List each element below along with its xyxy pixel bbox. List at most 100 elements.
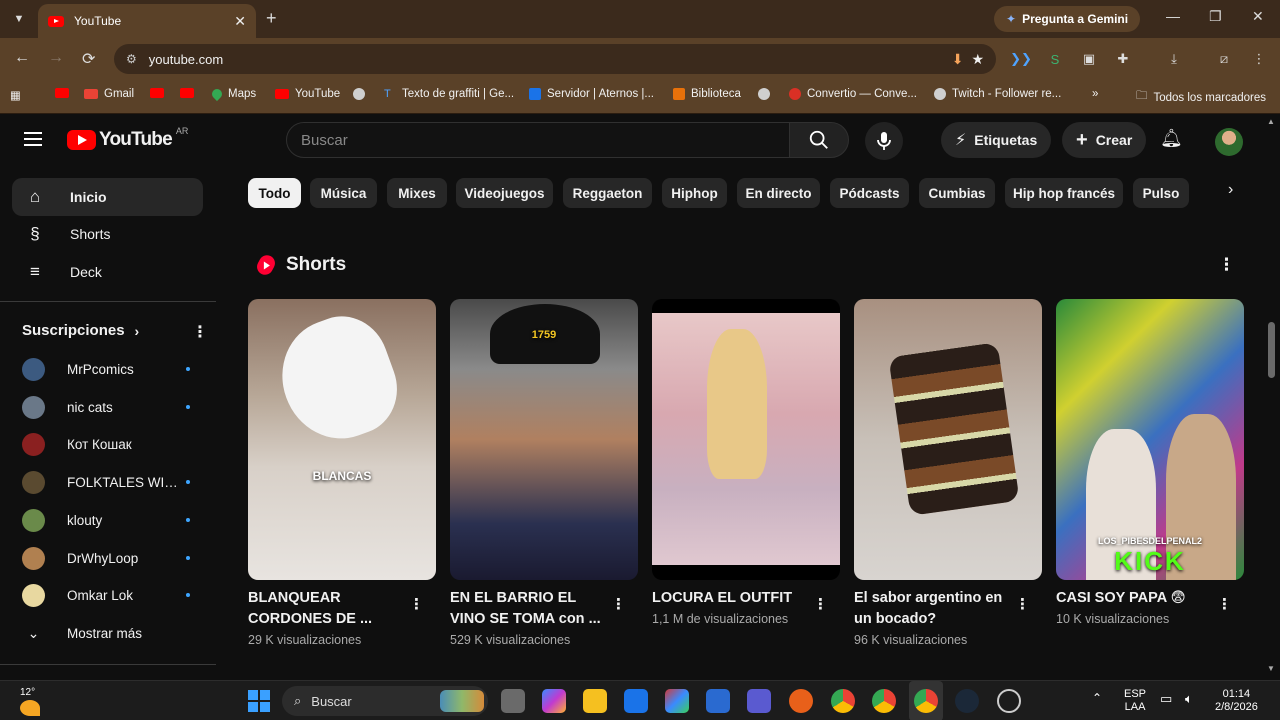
new-tab-button[interactable]: + (266, 8, 277, 29)
bookmark-aternos[interactable]: Servidor | Aternos |... (529, 88, 654, 100)
short-title[interactable]: BLANQUEAR CORDONES DE ... (248, 588, 406, 630)
search-input[interactable] (301, 131, 789, 149)
bookmark-youtube-named[interactable]: YouTube (275, 88, 340, 100)
chip-en-directo[interactable]: En directo (737, 178, 820, 208)
short-thumbnail[interactable] (854, 299, 1042, 580)
chip-hiphop[interactable]: Hiphop (662, 178, 727, 208)
short-options-icon[interactable]: ⋮ (409, 595, 424, 613)
windows-start-icon[interactable] (248, 690, 270, 712)
extension-audio-icon[interactable]: ❯❯ (1010, 48, 1032, 70)
extension-s-icon[interactable]: S (1044, 48, 1066, 70)
install-app-icon[interactable]: ⬇ (952, 51, 964, 68)
reload-icon[interactable]: ⟳ (82, 49, 95, 69)
bookmark-biblioteca[interactable]: Biblioteca (673, 88, 741, 100)
file-explorer-icon[interactable] (583, 689, 607, 713)
bookmark-globe-1[interactable] (353, 88, 371, 100)
bookmark-star-icon[interactable]: ★ (971, 51, 984, 68)
short-title[interactable]: LOCURA EL OUTFIT (652, 588, 810, 609)
shelf-more-icon[interactable]: ⋮ (1218, 255, 1235, 275)
short-card[interactable]: El sabor argentino en un bocado? 96 K vi… (854, 299, 1042, 647)
tray-chevron-up-icon[interactable]: ⌃ (1092, 692, 1102, 705)
short-title[interactable]: El sabor argentino en un bocado? (854, 588, 1012, 630)
site-info-icon[interactable]: ⚙ (126, 52, 137, 66)
short-title[interactable]: CASI SOY PAPA 😨 (1056, 588, 1214, 609)
browser-tab-youtube[interactable]: YouTube ✕ (38, 4, 256, 38)
extensions-puzzle-icon[interactable]: ✚ (1112, 48, 1134, 70)
close-window-icon[interactable]: ✕ (1252, 8, 1264, 25)
youtube-logo[interactable]: YouTube AR (67, 126, 188, 151)
scroll-down-icon[interactable]: ▼ (1267, 664, 1275, 673)
address-bar[interactable]: ⚙ youtube.com ⬇ ★ (114, 44, 996, 74)
short-thumbnail[interactable]: BLANCAS (248, 299, 436, 580)
apps-grid-icon[interactable]: ▦ (10, 88, 21, 102)
notifications-bell-icon[interactable]: 🔔︎ (1160, 128, 1183, 149)
sidebar-item-deck[interactable]: ≡ Deck (12, 253, 203, 291)
short-card[interactable]: 1759 EN EL BARRIO EL VINO SE TOMA con ..… (450, 299, 638, 647)
clock[interactable]: 01:14 2/8/2026 (1215, 688, 1258, 714)
subscription-item[interactable]: Кот Кошак (22, 426, 190, 462)
chip-hip-hop-frances[interactable]: Hip hop francés (1005, 178, 1123, 208)
chip-todo[interactable]: Todo (248, 178, 301, 208)
clock-app-icon[interactable] (997, 689, 1021, 713)
teams-icon[interactable] (747, 689, 771, 713)
page-scrollbar[interactable] (1268, 322, 1275, 378)
chrome-menu-icon[interactable]: ⋮ (1248, 48, 1270, 70)
short-card[interactable]: LOS_PIBESDELPENAL2 KICK CASI SOY PAPA 😨 … (1056, 299, 1244, 626)
subscription-item[interactable]: MrPcomics (22, 351, 190, 387)
minimize-icon[interactable]: — (1166, 8, 1180, 24)
extension-box-icon[interactable]: ▣ (1078, 48, 1100, 70)
create-button[interactable]: + Crear (1062, 122, 1147, 158)
chrome-icon[interactable] (872, 689, 896, 713)
bookmark-convertio[interactable]: Convertio — Conve... (789, 88, 917, 100)
subscription-item[interactable]: FOLKTALES WIT... (22, 464, 190, 500)
chips-next-icon[interactable]: › (1228, 181, 1233, 199)
subscription-item[interactable]: klouty (22, 502, 190, 538)
menu-hamburger-icon[interactable] (24, 132, 42, 150)
sidebar-item-inicio[interactable]: ⌂ Inicio (12, 178, 203, 216)
task-view-icon[interactable] (501, 689, 525, 713)
short-card[interactable]: BLANCAS BLANQUEAR CORDONES DE ... 29 K v… (248, 299, 436, 647)
bookmarks-more-button[interactable]: » (1092, 88, 1098, 100)
subscription-item[interactable]: Omkar Lok (22, 577, 190, 613)
bookmark-maps[interactable]: Maps (209, 86, 256, 102)
forward-icon[interactable]: → (48, 49, 64, 67)
show-more-button[interactable]: ⌄ Mostrar más (22, 615, 190, 651)
microsoft-365-icon[interactable] (665, 689, 689, 713)
chrome-active-icon[interactable] (914, 689, 938, 713)
bookmark-youtube-2[interactable] (150, 88, 170, 98)
language-indicator[interactable]: ESP LAA (1124, 688, 1146, 714)
sidebar-item-shorts[interactable]: § Shorts (12, 215, 203, 253)
outlook-icon[interactable] (624, 689, 648, 713)
voice-search-button[interactable] (865, 122, 903, 160)
avast-icon[interactable] (789, 689, 813, 713)
short-options-icon[interactable]: ⋮ (1217, 595, 1232, 613)
steam-icon[interactable] (955, 689, 979, 713)
chip-reggaeton[interactable]: Reggaeton (563, 178, 652, 208)
short-options-icon[interactable]: ⋮ (813, 595, 828, 613)
chip-musica[interactable]: Música (310, 178, 377, 208)
chip-podcasts[interactable]: Pódcasts (830, 178, 909, 208)
back-icon[interactable]: ← (14, 49, 30, 67)
short-thumbnail[interactable] (652, 299, 840, 580)
chip-pulso[interactable]: Pulso (1133, 178, 1189, 208)
subscription-item[interactable]: nic cats (22, 389, 190, 425)
tab-close-icon[interactable]: ✕ (234, 13, 246, 30)
all-bookmarks-button[interactable]: 🗀 Todos los marcadores (1136, 88, 1266, 107)
bookmark-twitch[interactable]: Twitch - Follower re... (934, 88, 1061, 100)
chrome-icon[interactable] (831, 689, 855, 713)
tags-button[interactable]: ⚡ Etiquetas (941, 122, 1052, 158)
short-card[interactable]: LOCURA EL OUTFIT 1,1 M de visualizacione… (652, 299, 840, 626)
gemini-button[interactable]: ✦ Pregunta a Gemini (994, 6, 1141, 32)
scroll-up-icon[interactable]: ▲ (1267, 117, 1275, 126)
account-avatar[interactable] (1215, 128, 1243, 156)
subscription-item[interactable]: DrWhyLoop (22, 540, 190, 576)
chip-videojuegos[interactable]: Videojuegos (456, 178, 553, 208)
tab-search-chevron-icon[interactable]: ▼ (8, 8, 30, 30)
bookmark-globe-2[interactable] (758, 88, 776, 100)
taskbar-search[interactable]: ⌕ Buscar (282, 686, 488, 716)
weather-widget[interactable]: 12° (20, 687, 40, 716)
network-icon[interactable]: ▭ (1160, 692, 1172, 705)
profile-icon[interactable]: ⧄ (1213, 48, 1235, 70)
short-options-icon[interactable]: ⋮ (611, 595, 626, 613)
copilot-icon[interactable] (542, 689, 566, 713)
